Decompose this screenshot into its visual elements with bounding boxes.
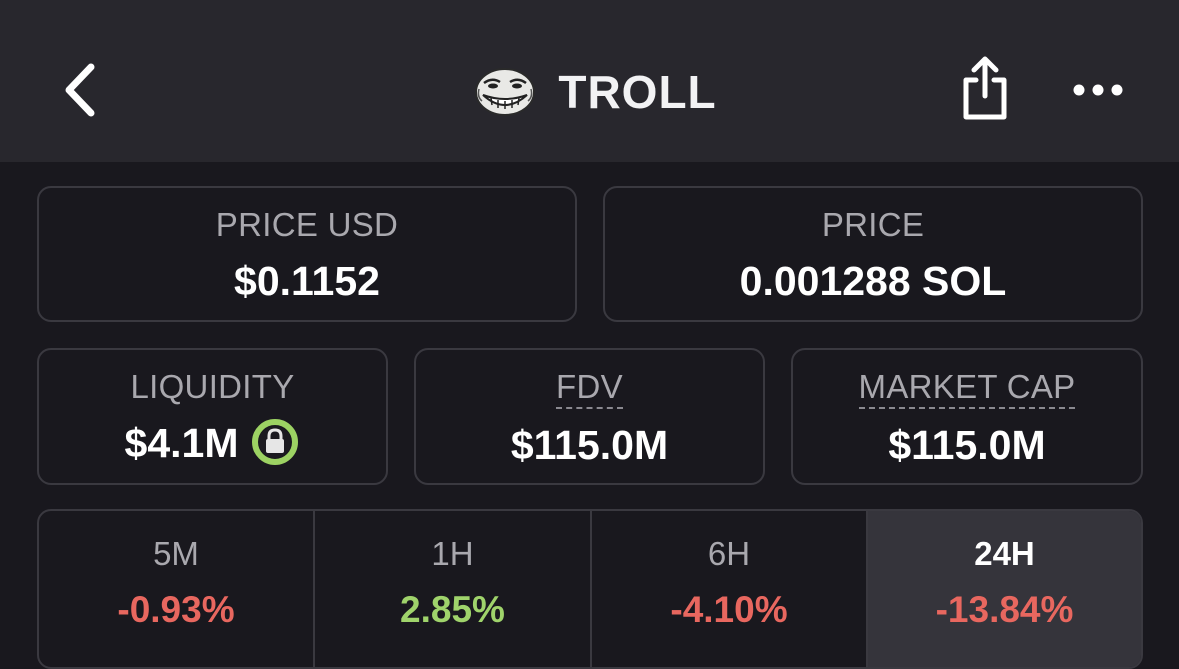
share-button[interactable]: [950, 52, 1020, 128]
timeframe-tabs: 5M -0.93% 1H 2.85% 6H -4.10% 24H -13.84%: [37, 509, 1143, 669]
fdv-label-wrap: FDV: [416, 368, 763, 409]
market-cap-card[interactable]: MARKET CAP $115.0M: [791, 348, 1143, 485]
price-native-label: PRICE: [821, 206, 925, 243]
price-usd-label: PRICE USD: [215, 206, 399, 243]
back-button[interactable]: [50, 60, 110, 124]
market-cap-label[interactable]: MARKET CAP: [858, 368, 1076, 409]
price-change-value: -4.10%: [670, 589, 788, 630]
troll-face-logo: [474, 67, 536, 117]
price-native-card: PRICE 0.001288 SOL: [603, 186, 1143, 322]
fdv-label[interactable]: FDV: [556, 368, 623, 409]
timeframe-label: 1H: [431, 535, 474, 572]
top-bar: TROLL: [0, 0, 1179, 162]
timeframe-label: 24H: [974, 535, 1035, 572]
more-horizontal-icon: [1072, 83, 1124, 102]
liquidity-value: $4.1M: [124, 420, 239, 466]
tab-6h[interactable]: 6H -4.10%: [590, 511, 866, 667]
timeframe-label: 5M: [153, 535, 199, 572]
fdv-value: $115.0M: [510, 422, 669, 468]
tab-5m[interactable]: 5M -0.93%: [39, 511, 313, 667]
market-cap-label-wrap: MARKET CAP: [793, 368, 1141, 409]
price-change-value: -0.93%: [117, 589, 235, 630]
token-symbol: TROLL: [558, 66, 717, 118]
liquidity-card[interactable]: LIQUIDITY $4.1M: [37, 348, 388, 485]
price-native-value: 0.001288 SOL: [739, 258, 1007, 304]
market-cap-value: $115.0M: [888, 422, 1046, 468]
liquidity-value-row: $4.1M: [39, 417, 386, 467]
fdv-card[interactable]: FDV $115.0M: [414, 348, 765, 485]
price-usd-card: PRICE USD $0.1152: [37, 186, 577, 322]
timeframe-label: 6H: [707, 535, 751, 572]
price-usd-value: $0.1152: [234, 258, 380, 304]
more-options-button[interactable]: [1066, 70, 1130, 114]
tab-1h[interactable]: 1H 2.85%: [313, 511, 590, 667]
share-icon: [958, 54, 1012, 127]
price-change-value: 2.85%: [400, 589, 505, 630]
price-change-value: -13.84%: [935, 589, 1074, 630]
tab-24h[interactable]: 24H -13.84%: [866, 511, 1141, 667]
lock-icon: [250, 417, 300, 467]
chevron-left-icon: [63, 63, 97, 122]
liquidity-label: LIQUIDITY: [130, 368, 295, 405]
